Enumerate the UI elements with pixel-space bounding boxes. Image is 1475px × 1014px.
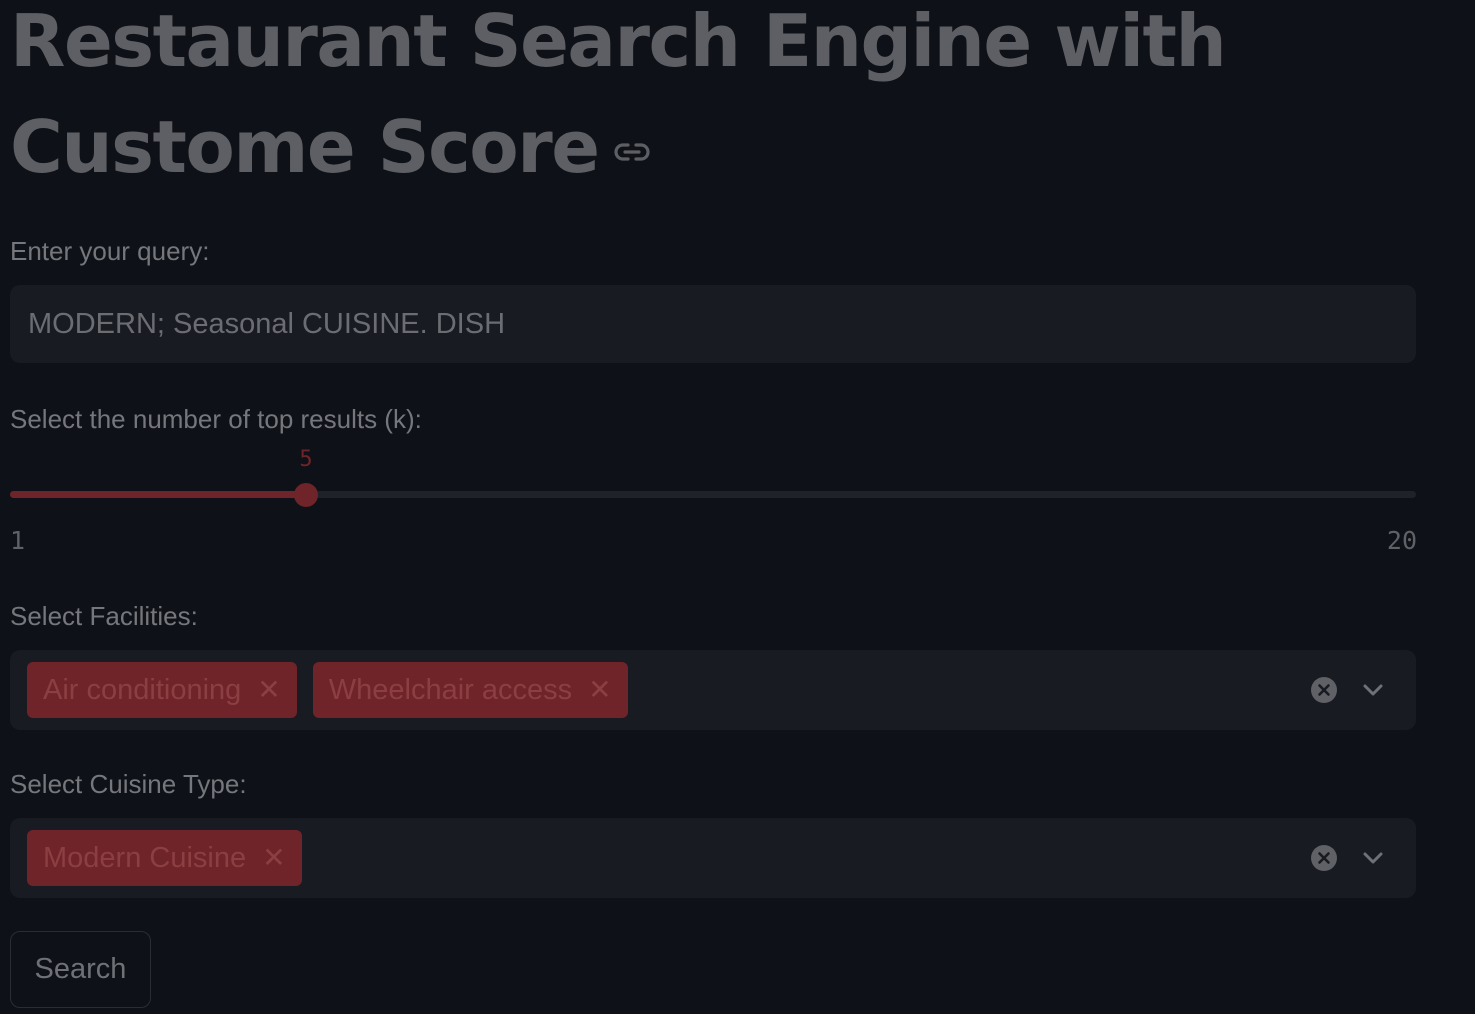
multiselect-controls	[1310, 650, 1386, 730]
query-label: Enter your query:	[10, 236, 210, 266]
chip-label: Modern Cuisine	[43, 841, 247, 874]
query-input-value: MODERN; Seasonal CUISINE. DISH	[28, 307, 506, 340]
chip-label: Air conditioning	[43, 673, 242, 706]
clear-circle-icon[interactable]	[1310, 844, 1338, 872]
slider-max-label: 20	[1386, 526, 1417, 555]
chevron-down-icon[interactable]	[1360, 845, 1386, 871]
app-main: Restaurant Search Engine with Custome Sc…	[0, 0, 1475, 1014]
facility-chip: Wheelchair access ✕	[312, 662, 628, 718]
cuisine-label: Select Cuisine Type:	[10, 769, 247, 799]
chip-label: Wheelchair access	[328, 673, 573, 706]
slider-value: 5	[299, 447, 313, 472]
cuisine-multiselect[interactable]: Modern Cuisine ✕	[10, 818, 1416, 898]
link-icon[interactable]	[613, 141, 651, 163]
page-title: Restaurant Search Engine with Custome Sc…	[10, 0, 1310, 200]
top-k-label: Select the number of top results (k):	[10, 404, 422, 434]
close-icon[interactable]: ✕	[588, 676, 611, 704]
multiselect-controls	[1310, 818, 1386, 898]
top-k-slider[interactable]	[10, 483, 1416, 507]
close-icon[interactable]: ✕	[257, 676, 280, 704]
facilities-multiselect[interactable]: Air conditioning ✕ Wheelchair access ✕	[10, 650, 1416, 730]
slider-fill	[10, 491, 306, 498]
slider-thumb[interactable]	[294, 483, 318, 507]
close-icon[interactable]: ✕	[262, 844, 285, 872]
query-input[interactable]: MODERN; Seasonal CUISINE. DISH	[10, 285, 1416, 363]
slider-min-label: 1	[10, 526, 26, 555]
clear-circle-icon[interactable]	[1310, 676, 1338, 704]
facilities-label: Select Facilities:	[10, 601, 198, 631]
facility-chip: Air conditioning ✕	[27, 662, 297, 718]
cuisine-chip: Modern Cuisine ✕	[27, 830, 302, 886]
chevron-down-icon[interactable]	[1360, 677, 1386, 703]
search-button[interactable]: Search	[10, 931, 151, 1008]
